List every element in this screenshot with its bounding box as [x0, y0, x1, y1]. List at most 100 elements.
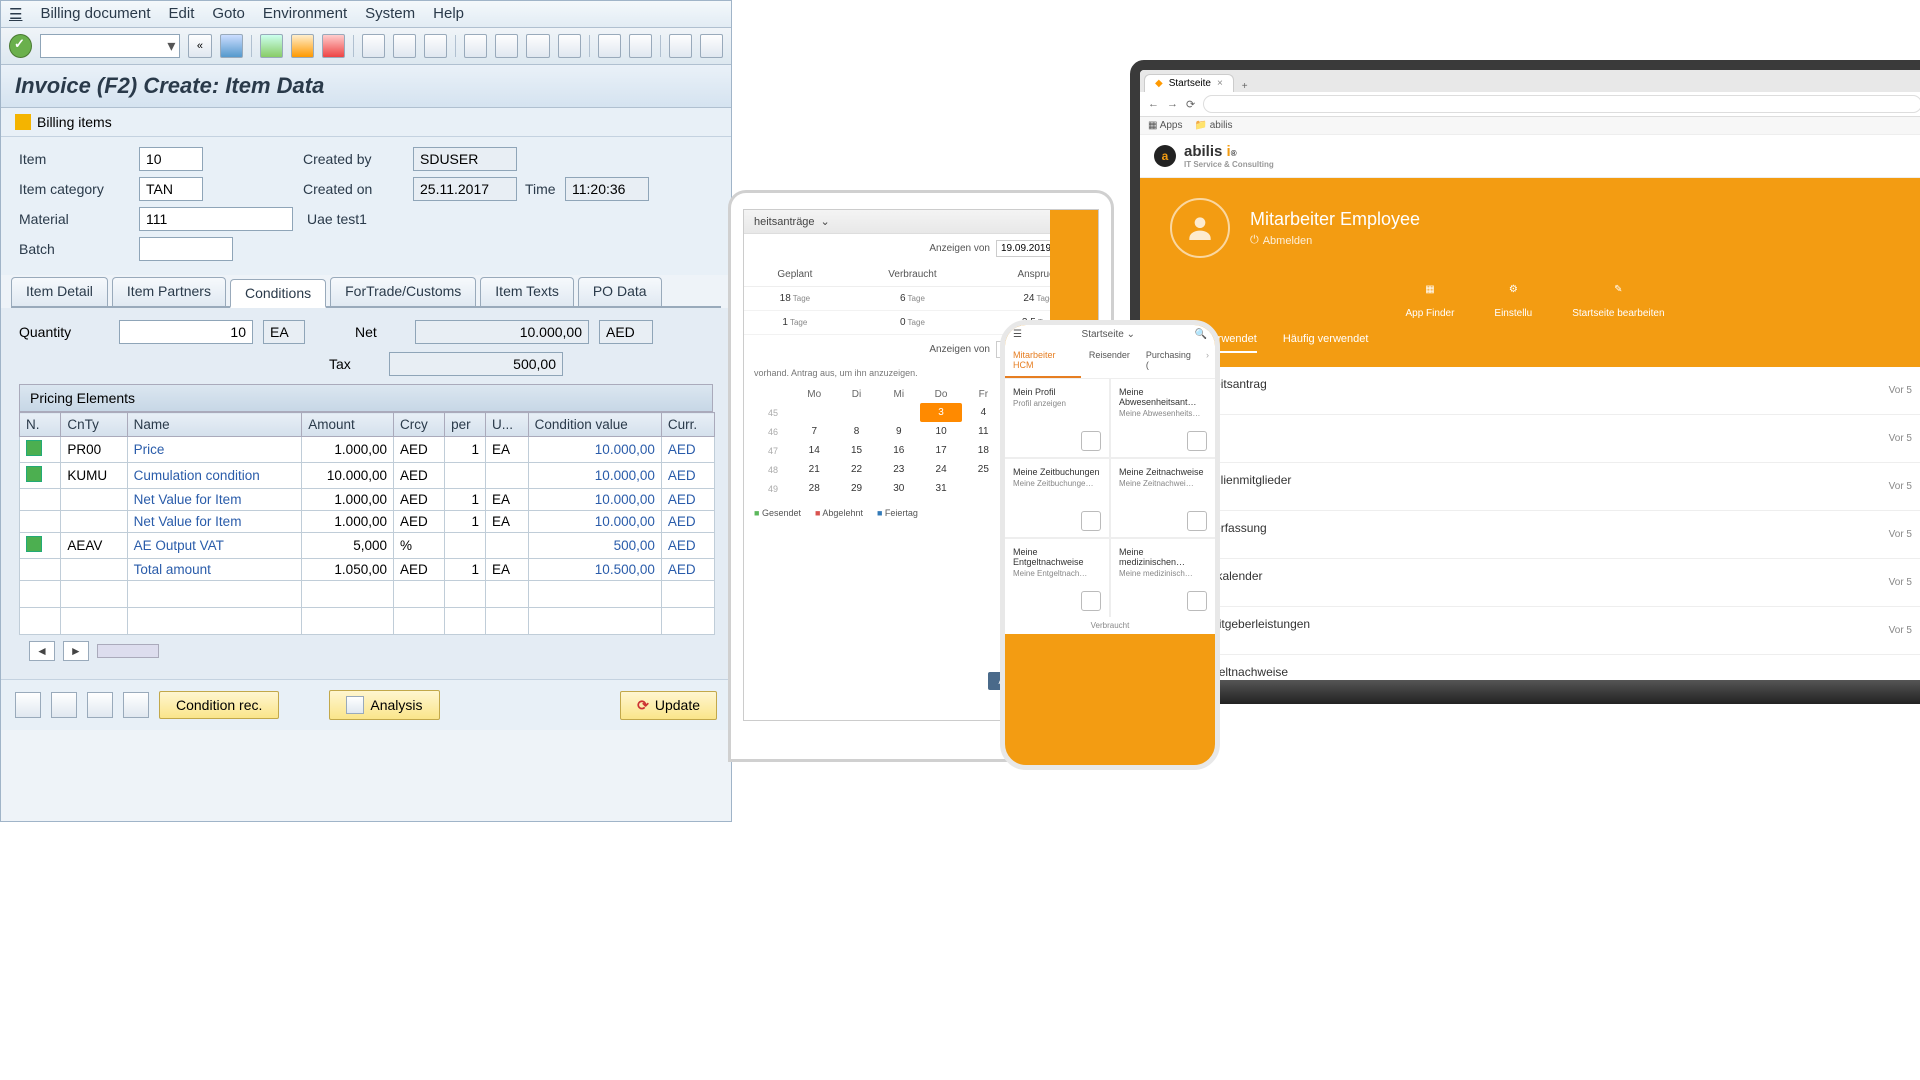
- list-item[interactable]: AbwesenheitsantragAppVor 5: [1140, 367, 1920, 415]
- app-tile[interactable]: Meine ZeitnachweiseMeine Zeitnachwei…: [1111, 459, 1215, 537]
- category-field[interactable]: TAN: [139, 177, 203, 201]
- abilis-logo-text: abilis i®IT Service & Consulting: [1184, 143, 1274, 169]
- empty-row[interactable]: [20, 608, 715, 635]
- list-item[interactable]: Meine FamilienmitgliederAppVor 5: [1140, 463, 1920, 511]
- cancel-icon[interactable]: [322, 34, 345, 58]
- app-tile[interactable]: Meine ZeitbuchungenMeine Zeitbuchunge…: [1005, 459, 1109, 537]
- app-tile[interactable]: Meine medizinischen…Meine medizinisch…: [1111, 539, 1215, 617]
- empty-row[interactable]: [20, 581, 715, 608]
- tab-hcm[interactable]: Mitarbeiter HCM: [1005, 344, 1081, 378]
- update-button[interactable]: ⟳Update: [620, 691, 717, 720]
- detail-icon[interactable]: [15, 692, 41, 718]
- browser-tabs: ◆ Startseite × +: [1140, 70, 1920, 92]
- app-tile[interactable]: Meine Abwesenheitsant…Meine Abwesenheits…: [1111, 379, 1215, 457]
- nav-back-icon[interactable]: [260, 34, 283, 58]
- help-icon[interactable]: [669, 34, 692, 58]
- tab-po-data[interactable]: PO Data: [578, 277, 662, 306]
- app-tile[interactable]: Mein ProfilProfil anzeigen: [1005, 379, 1109, 457]
- ok-icon[interactable]: [9, 34, 32, 58]
- table-row[interactable]: Total amount1.050,00AED 1EA10.500,00AED: [20, 559, 715, 581]
- tab-conditions[interactable]: Conditions: [230, 279, 326, 308]
- command-dropdown[interactable]: [40, 34, 180, 58]
- find-icon[interactable]: [393, 34, 416, 58]
- chevron-right-icon[interactable]: ›: [1200, 344, 1215, 378]
- print-icon[interactable]: [362, 34, 385, 58]
- grid-nav: ◄ ►: [19, 635, 713, 667]
- menu-environment[interactable]: Environment: [263, 5, 347, 23]
- list-item[interactable]: Meine ArbeitgeberleistungenAppVor 5: [1140, 607, 1920, 655]
- billing-items-button[interactable]: Billing items: [37, 114, 112, 130]
- layout-icon[interactable]: [700, 34, 723, 58]
- back-icon[interactable]: «: [188, 34, 211, 58]
- batch-label: Batch: [19, 241, 139, 257]
- hero-section: Mitarbeiter Employee ⏻Abmelden ▦App Find…: [1140, 178, 1920, 367]
- cube-icon: [15, 114, 31, 130]
- close-tab-icon[interactable]: ×: [1217, 78, 1223, 89]
- first-page-icon[interactable]: [464, 34, 487, 58]
- new-tab-button[interactable]: +: [1234, 81, 1256, 92]
- tab-frequent[interactable]: Häufig verwendet: [1283, 333, 1369, 353]
- save-icon[interactable]: [220, 34, 243, 58]
- sap-gui-window: ☰ Billing document Edit Goto Environment…: [0, 0, 732, 822]
- material-field[interactable]: 111: [139, 207, 293, 231]
- menu-help[interactable]: Help: [433, 5, 464, 23]
- table-row[interactable]: AEAVAE Output VAT5,000% 500,00AED: [20, 533, 715, 559]
- tab-item-texts[interactable]: Item Texts: [480, 277, 574, 306]
- quantity-field[interactable]: 10: [119, 320, 253, 344]
- analysis-button[interactable]: Analysis: [329, 690, 439, 720]
- table-row[interactable]: Net Value for Item1.000,00AED 1EA10.000,…: [20, 489, 715, 511]
- app-tile[interactable]: Meine EntgeltnachweiseMeine Entgeltnach…: [1005, 539, 1109, 617]
- chevron-down-icon[interactable]: ⌄: [1127, 329, 1135, 340]
- table-row[interactable]: PR00Price1.000,00AED 1EA10.000,00AED: [20, 437, 715, 463]
- item-field[interactable]: 10: [139, 147, 203, 171]
- insert-icon[interactable]: [51, 692, 77, 718]
- forward-icon[interactable]: →: [1167, 98, 1178, 110]
- edit-home-button[interactable]: ✎Startseite bearbeiten: [1572, 284, 1664, 319]
- delete-icon[interactable]: [87, 692, 113, 718]
- prev-page-icon[interactable]: [495, 34, 518, 58]
- tab-item-partners[interactable]: Item Partners: [112, 277, 226, 306]
- tile-icon: [1081, 511, 1101, 531]
- settings-button[interactable]: ⚙Einstellu: [1494, 284, 1532, 319]
- grid-prev-icon[interactable]: ◄: [29, 641, 55, 661]
- reload-icon[interactable]: ⟳: [1186, 98, 1195, 111]
- search-icon[interactable]: 🔍: [1195, 329, 1207, 340]
- list-item[interactable]: Mein ProfilAppVor 5: [1140, 415, 1920, 463]
- last-page-icon[interactable]: [558, 34, 581, 58]
- grid-next-icon[interactable]: ►: [63, 641, 89, 661]
- bookmarks-bar: ▦ Apps 📁 abilis: [1140, 117, 1920, 135]
- menu-doc-icon[interactable]: ☰: [9, 5, 22, 23]
- find-next-icon[interactable]: [424, 34, 447, 58]
- bookmark-abilis[interactable]: 📁 abilis: [1194, 120, 1232, 131]
- menu-system[interactable]: System: [365, 5, 415, 23]
- shortcut-icon[interactable]: [629, 34, 652, 58]
- next-page-icon[interactable]: [526, 34, 549, 58]
- new-session-icon[interactable]: [598, 34, 621, 58]
- batch-field[interactable]: [139, 237, 233, 261]
- menu-goto[interactable]: Goto: [212, 5, 245, 23]
- tab-item-detail[interactable]: Item Detail: [11, 277, 108, 306]
- app-finder-button[interactable]: ▦App Finder: [1405, 284, 1454, 319]
- choose-icon[interactable]: [123, 692, 149, 718]
- back-icon[interactable]: ←: [1148, 98, 1159, 110]
- phone-tabs: Mitarbeiter HCM Reisender Purchasing ( ›: [1005, 344, 1215, 379]
- menu-edit[interactable]: Edit: [169, 5, 195, 23]
- table-row[interactable]: KUMUCumulation condition10.000,00AED 10.…: [20, 463, 715, 489]
- nav-exit-icon[interactable]: [291, 34, 314, 58]
- browser-tab[interactable]: ◆ Startseite ×: [1144, 74, 1234, 92]
- url-bar[interactable]: [1203, 95, 1920, 113]
- chevron-down-icon[interactable]: ⌄: [821, 215, 830, 228]
- menu-icon[interactable]: ☰: [1013, 329, 1022, 340]
- grid-scrollbar[interactable]: [97, 644, 159, 658]
- menu-billing-document[interactable]: Billing document: [40, 5, 150, 23]
- condition-rec-button[interactable]: Condition rec.: [159, 691, 279, 719]
- phone-header: ☰ Startseite ⌄ 🔍: [1005, 325, 1215, 344]
- tab-fortrade[interactable]: ForTrade/Customs: [330, 277, 476, 306]
- list-item[interactable]: Meine ZeiterfassungAppVor 5: [1140, 511, 1920, 559]
- table-row[interactable]: Net Value for Item1.000,00AED 1EA10.000,…: [20, 511, 715, 533]
- list-item[interactable]: Mein TeamkalenderAppVor 5: [1140, 559, 1920, 607]
- apps-shortcut[interactable]: ▦ Apps: [1148, 120, 1182, 131]
- tab-purchasing[interactable]: Purchasing (: [1138, 344, 1200, 378]
- tab-reisender[interactable]: Reisender: [1081, 344, 1138, 378]
- logout-link[interactable]: ⏻Abmelden: [1250, 234, 1420, 247]
